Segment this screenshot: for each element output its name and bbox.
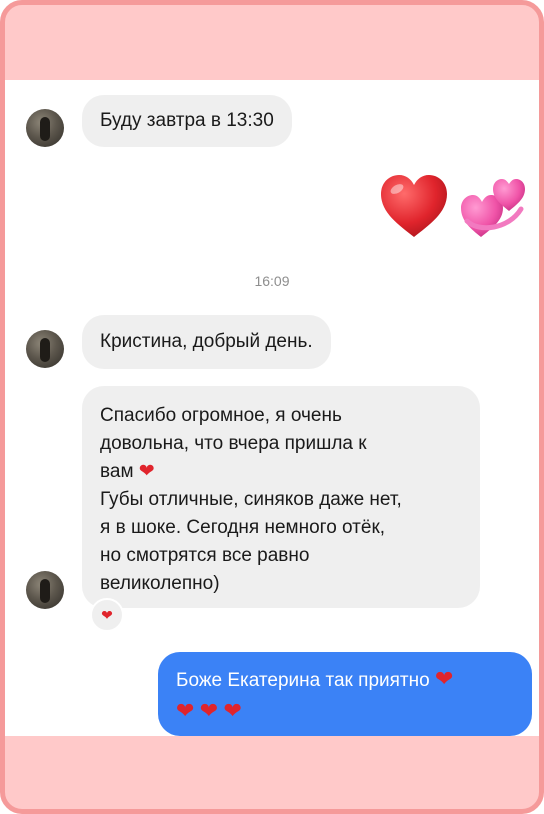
two-hearts-icon[interactable] — [459, 175, 529, 241]
red-heart-icon: ❤ — [199, 698, 219, 723]
red-heart-icon[interactable] — [379, 173, 449, 239]
message-text: Буду завтра в 13:30 — [100, 110, 274, 131]
red-heart-icon: ❤ — [434, 666, 454, 691]
message-line: но смотрятся все равно — [100, 545, 310, 566]
red-heart-icon: ❤ — [138, 461, 155, 482]
incoming-message[interactable]: Буду завтра в 13:30 — [82, 95, 292, 147]
screenshot-frame: Буду завтра в 13:30 16:09 Кристина, добр… — [0, 0, 544, 814]
outgoing-message[interactable]: Боже Екатерина так приятно ❤ ❤ ❤ ❤ — [158, 652, 532, 736]
message-reaction[interactable]: ❤ — [90, 598, 124, 632]
incoming-message[interactable]: Кристина, добрый день. — [82, 315, 331, 369]
heart-emoji-row: ❤ ❤ ❤ — [176, 696, 514, 728]
message-line: Спасибо огромное, я очень — [100, 405, 342, 426]
red-heart-icon: ❤ — [101, 607, 113, 623]
contact-avatar[interactable] — [26, 109, 64, 147]
message-text: Кристина, добрый день. — [100, 331, 313, 352]
contact-avatar[interactable] — [26, 571, 64, 609]
message-line: Губы отличные, синяков даже нет, — [100, 489, 402, 510]
incoming-message[interactable]: Спасибо огромное, я очень довольна, что … — [82, 386, 480, 608]
timestamp: 16:09 — [254, 273, 290, 289]
message-line-with-emoji: вам ❤ — [100, 458, 462, 486]
message-line: великолепно) — [100, 573, 220, 594]
red-heart-icon: ❤ — [223, 698, 242, 723]
message-line: я в шоке. Сегодня немного отёк, — [100, 517, 386, 538]
chat-thread: Буду завтра в 13:30 16:09 Кристина, добр… — [5, 80, 539, 736]
contact-avatar[interactable] — [26, 330, 64, 368]
red-heart-icon: ❤ — [176, 698, 195, 723]
message-text: Боже Екатерина так приятно — [176, 670, 430, 691]
message-line: довольна, что вчера пришла к — [100, 433, 367, 454]
message-line-with-emoji: Боже Екатерина так приятно ❤ — [176, 664, 514, 696]
message-line: вам — [100, 461, 134, 482]
